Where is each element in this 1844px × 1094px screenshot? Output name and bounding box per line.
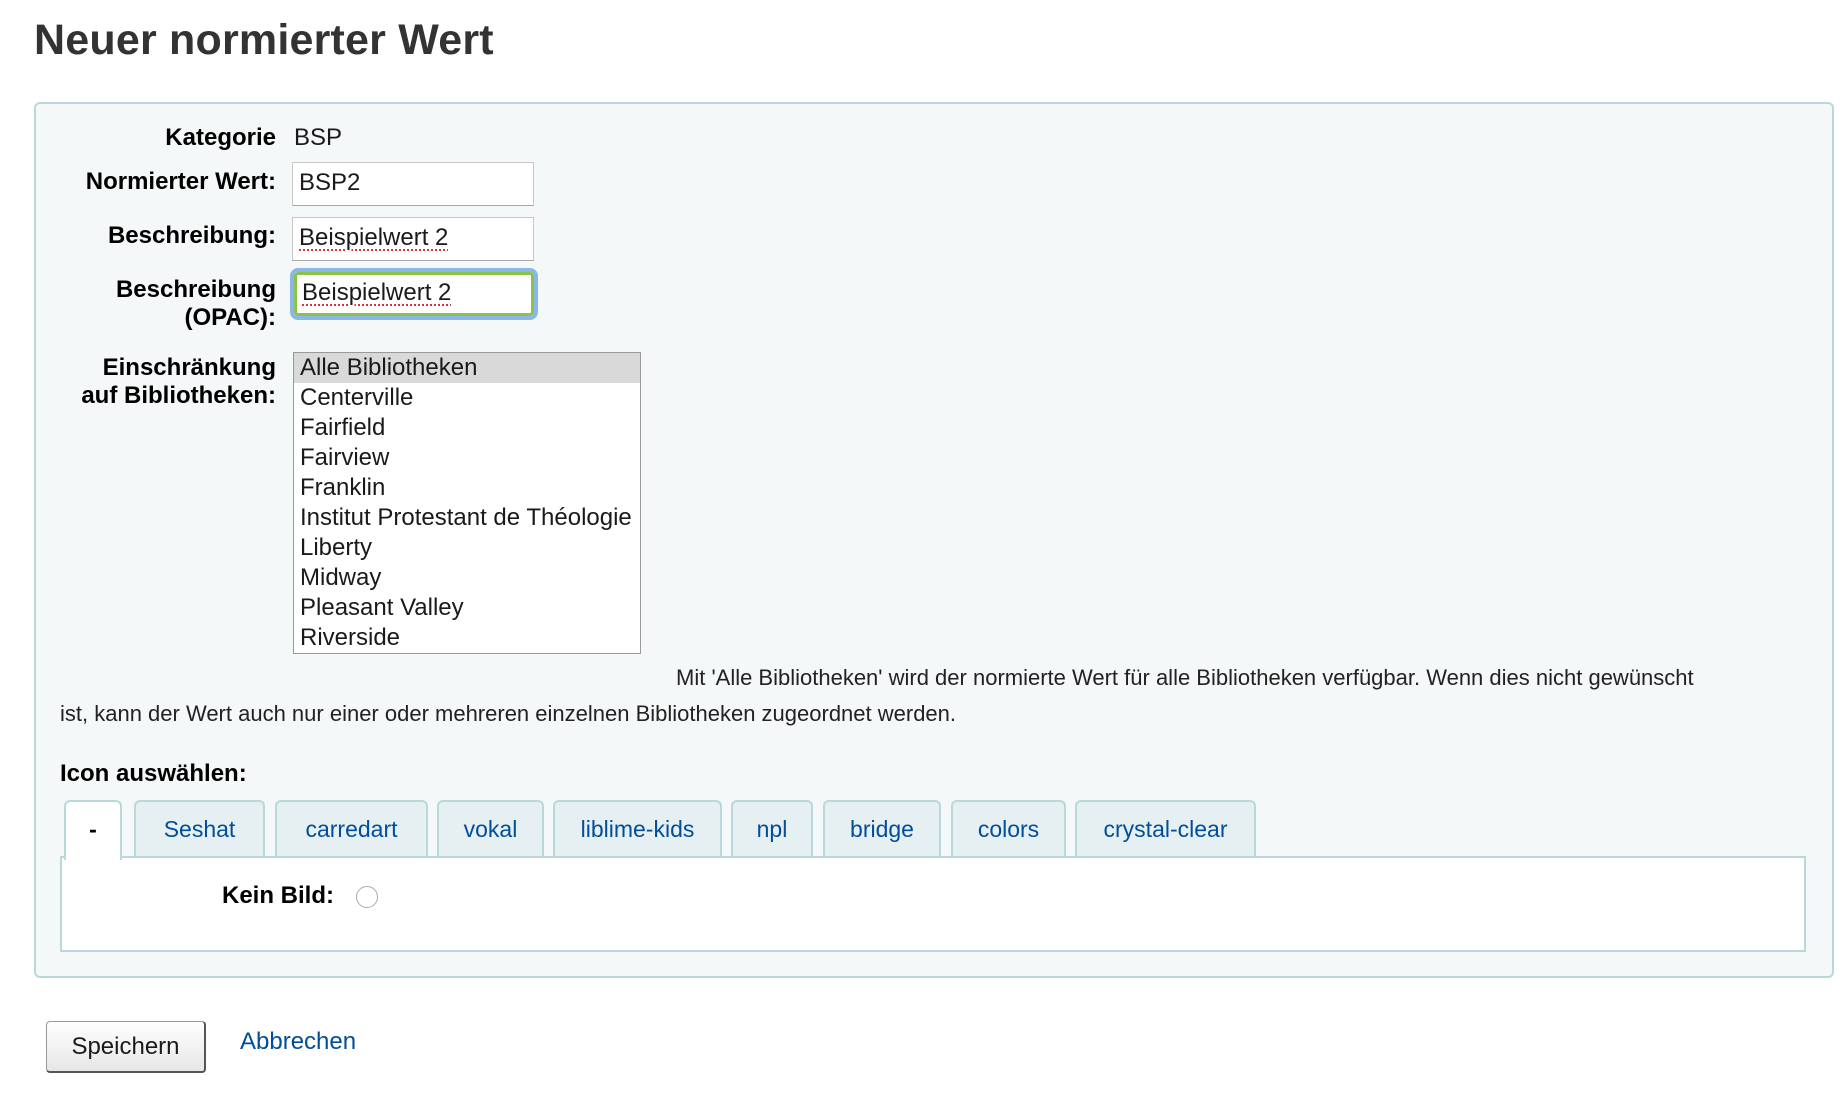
no-image-label: Kein Bild: <box>222 882 334 909</box>
description-opac-input[interactable]: Beispielwert 2 <box>290 268 538 320</box>
description-text: Beispielwert 2 <box>299 224 449 251</box>
description-opac-label-line1: Beschreibung <box>115 276 276 303</box>
page: Neuer normierter Wert Kategorie BSP Norm… <box>0 0 1844 1094</box>
category-value: BSP <box>294 124 343 151</box>
library-option[interactable]: Centerville <box>294 383 640 413</box>
page-title: Neuer normierter Wert <box>34 16 494 64</box>
icon-tab-panel: Kein Bild: <box>60 856 1806 952</box>
library-option[interactable]: Riverside <box>294 623 640 653</box>
icon-select-label: Icon auswählen: <box>60 760 247 787</box>
no-image-radio[interactable] <box>356 886 378 908</box>
authorised-value-text: BSP2 <box>299 169 361 196</box>
description-label: Beschreibung: <box>107 222 276 249</box>
tab-colors[interactable]: colors <box>951 800 1066 856</box>
tab-crystal-clear[interactable]: crystal-clear <box>1075 800 1256 856</box>
library-option[interactable]: Institut Protestant de Théologie <box>294 503 640 533</box>
library-option[interactable]: Liberty <box>294 533 640 563</box>
tab-carredart[interactable]: carredart <box>275 800 428 856</box>
save-button[interactable]: Speichern <box>46 1021 206 1073</box>
library-option-all[interactable]: Alle Bibliotheken <box>294 353 640 383</box>
libraries-hint-line2: ist, kann der Wert auch nur einer oder m… <box>60 701 957 726</box>
description-input[interactable]: Beispielwert 2 <box>292 217 534 261</box>
library-option[interactable]: Midway <box>294 563 640 593</box>
description-opac-label: Beschreibung (OPAC): <box>36 276 276 332</box>
authorised-value-input[interactable]: BSP2 <box>292 162 534 206</box>
libraries-label-line1: Einschränkung <box>102 354 276 381</box>
description-opac-label-line2: (OPAC): <box>184 304 276 331</box>
description-opac-text: Beispielwert 2 <box>302 279 452 306</box>
cancel-link[interactable]: Abbrechen <box>240 1028 356 1056</box>
authorised-value-label: Normierter Wert: <box>85 168 276 195</box>
tab-liblime-kids[interactable]: liblime-kids <box>553 800 722 856</box>
tab-none[interactable]: - <box>64 800 122 860</box>
libraries-select[interactable]: Alle Bibliotheken Centerville Fairfield … <box>293 352 641 654</box>
library-option[interactable]: Franklin <box>294 473 640 503</box>
tab-npl[interactable]: npl <box>731 800 813 856</box>
libraries-label-line2: auf Bibliotheken: <box>81 382 276 409</box>
libraries-label: Einschränkung auf Bibliotheken: <box>36 354 276 410</box>
tab-seshat[interactable]: Seshat <box>134 800 265 856</box>
tab-bridge[interactable]: bridge <box>823 800 941 856</box>
library-option[interactable]: Fairfield <box>294 413 640 443</box>
library-option[interactable]: Fairview <box>294 443 640 473</box>
category-label: Kategorie <box>165 124 276 151</box>
library-option[interactable]: Pleasant Valley <box>294 593 640 623</box>
libraries-hint-line1: Mit 'Alle Bibliotheken' wird der normier… <box>676 665 1694 690</box>
tab-vokal[interactable]: vokal <box>437 800 544 856</box>
